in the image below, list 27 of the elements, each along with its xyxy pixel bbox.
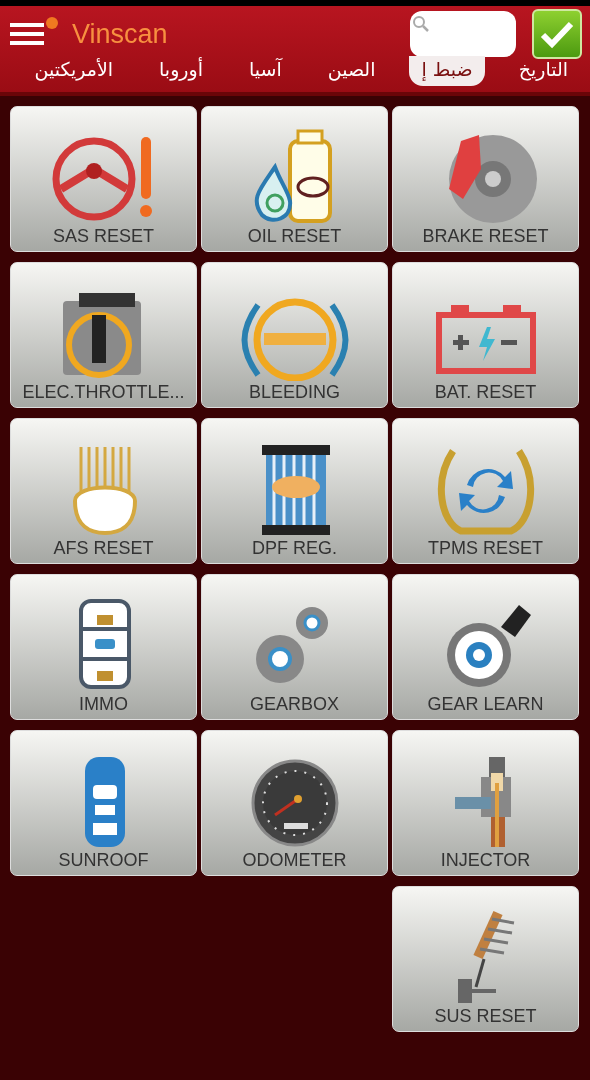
- function-tile[interactable]: BLEEDING: [201, 262, 388, 408]
- check-icon: [539, 19, 575, 49]
- function-tile[interactable]: INJECTOR: [392, 730, 579, 876]
- tab[interactable]: آسيا: [236, 56, 294, 86]
- function-tile[interactable]: ELEC.THROTTLE...: [10, 262, 197, 408]
- app-title: Vinscan: [72, 18, 168, 50]
- function-tile[interactable]: AFS RESET: [10, 418, 197, 564]
- function-tile[interactable]: BAT. RESET: [392, 262, 579, 408]
- function-tile[interactable]: SUNROOF: [10, 730, 197, 876]
- function-tile[interactable]: GEARBOX: [201, 574, 388, 720]
- function-tile[interactable]: OIL RESET: [201, 106, 388, 252]
- search-icon: [412, 15, 430, 33]
- function-tile[interactable]: BRAKE RESET: [392, 106, 579, 252]
- function-tile[interactable]: IMMO: [10, 574, 197, 720]
- tab[interactable]: أوروبا: [147, 56, 215, 86]
- tab[interactable]: الأمريكتين: [22, 56, 126, 86]
- function-tile[interactable]: TPMS RESET: [392, 418, 579, 564]
- tab[interactable]: التاريخ: [506, 56, 580, 86]
- function-tile[interactable]: DPF REG.: [201, 418, 388, 564]
- function-tile[interactable]: GEAR LEARN: [392, 574, 579, 720]
- checkbox[interactable]: [532, 9, 582, 59]
- tab[interactable]: الصين: [315, 56, 388, 86]
- search-field[interactable]: [410, 11, 516, 57]
- function-tile[interactable]: SUS RESET: [392, 886, 579, 1032]
- function-tile[interactable]: SAS RESET: [10, 106, 197, 252]
- tab[interactable]: ضبط إ: [409, 56, 485, 86]
- function-tile[interactable]: ODOMETER: [201, 730, 388, 876]
